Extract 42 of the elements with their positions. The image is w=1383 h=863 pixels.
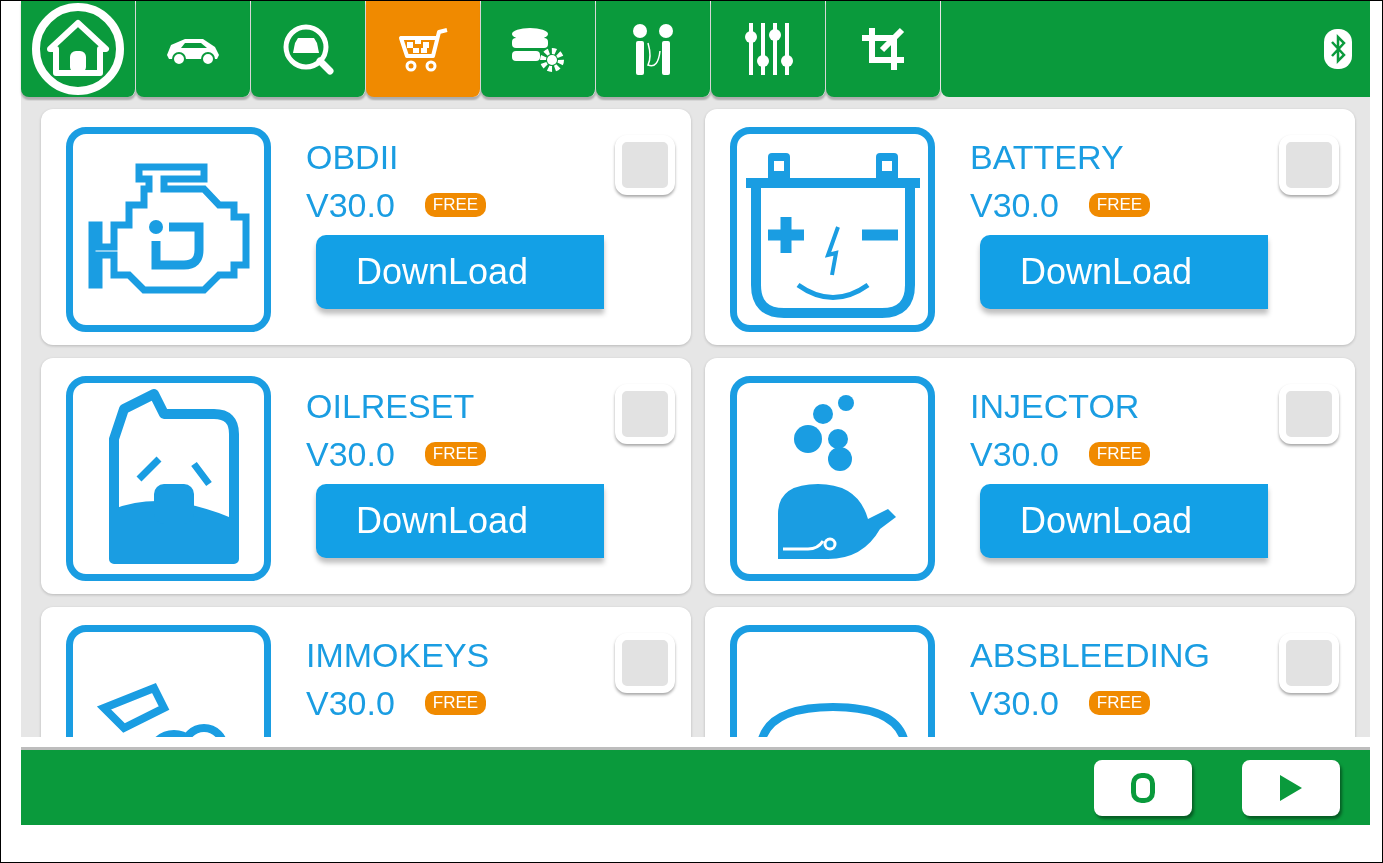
whale-icon <box>730 376 935 581</box>
app-name: OBDII <box>306 137 400 178</box>
cart-tab[interactable] <box>366 1 481 97</box>
battery-icon <box>730 127 935 332</box>
app-version: V30.0 <box>970 683 1059 724</box>
app-name: BATTERY <box>970 137 1125 178</box>
bluetooth-icon[interactable] <box>1324 29 1352 69</box>
app-name: INJECTOR <box>970 386 1141 427</box>
download-button[interactable]: DownLoad <box>980 235 1268 309</box>
sliders-tab[interactable] <box>711 1 826 97</box>
app-version: V30.0 <box>306 683 395 724</box>
crop-tab[interactable] <box>826 1 941 97</box>
play-icon <box>1280 774 1302 801</box>
sliders-icon <box>743 21 793 77</box>
car-tab[interactable] <box>136 1 251 97</box>
download-button[interactable]: DownLoad <box>316 484 604 558</box>
oil-icon <box>66 376 271 581</box>
free-badge: FREE <box>424 442 487 466</box>
home-tab[interactable] <box>21 1 136 97</box>
play-button[interactable] <box>1242 759 1340 816</box>
app-version: V30.0 <box>970 434 1059 475</box>
download-button[interactable]: DownLoad <box>980 484 1268 558</box>
download-button[interactable]: DownLoad <box>316 235 604 309</box>
free-badge: FREE <box>1088 442 1151 466</box>
app-name: IMMOKEYS <box>306 635 490 676</box>
app-name: ABSBLEEDING <box>970 635 1210 676</box>
app-version: V30.0 <box>970 185 1059 226</box>
engine-icon <box>66 127 271 332</box>
car-search-tab[interactable] <box>251 1 366 97</box>
app-name: OILRESET <box>306 386 476 427</box>
rounded-square-icon <box>1131 772 1155 803</box>
crop-icon <box>860 26 906 72</box>
free-badge: FREE <box>424 193 487 217</box>
people-tab[interactable] <box>596 1 711 97</box>
free-badge: FREE <box>1088 193 1151 217</box>
app-version: V30.0 <box>306 434 395 475</box>
stop-button[interactable] <box>1094 759 1192 816</box>
free-badge: FREE <box>424 691 487 715</box>
home-icon <box>30 1 126 97</box>
database-tab[interactable] <box>481 1 596 97</box>
free-badge: FREE <box>1088 691 1151 715</box>
app-version: V30.0 <box>306 185 395 226</box>
